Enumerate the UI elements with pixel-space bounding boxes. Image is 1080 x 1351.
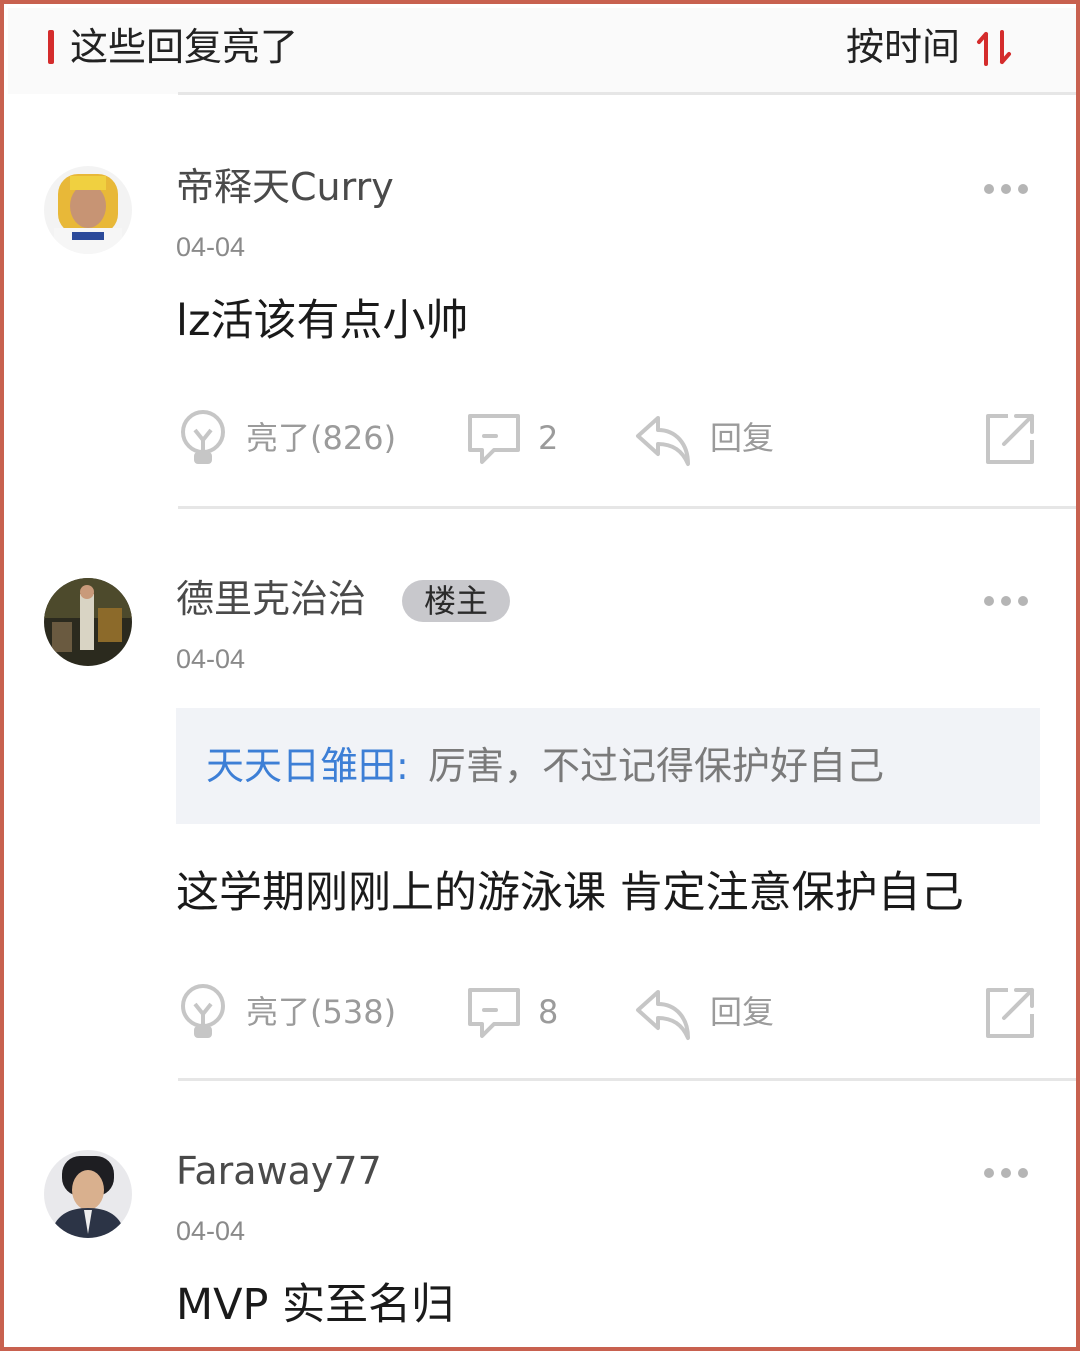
comments-panel: 这些回复亮了 按时间 帝释天Curry 04-04 lz活该有点小帅 亮了(82… <box>0 0 1080 1351</box>
speech-bubble-icon[interactable] <box>464 408 524 468</box>
quote-username[interactable]: 天天日雏田: <box>206 742 409 790</box>
username[interactable]: Faraway77 <box>176 1148 382 1194</box>
avatar[interactable] <box>44 578 132 666</box>
more-dots-icon[interactable] <box>984 596 1028 608</box>
speech-bubble-icon[interactable] <box>464 982 524 1042</box>
comment-date: 04-04 <box>176 1216 246 1246</box>
avatar[interactable] <box>44 1150 132 1238</box>
comment-text: lz活该有点小帅 <box>176 296 469 346</box>
avatar[interactable] <box>44 166 132 254</box>
comment-date: 04-04 <box>176 644 246 674</box>
username[interactable]: 帝释天Curry <box>176 164 394 210</box>
sort-arrows-icon[interactable] <box>974 28 1014 68</box>
like-count[interactable]: 亮了(826) <box>246 418 396 458</box>
divider <box>178 92 1076 95</box>
comment-date: 04-04 <box>176 232 246 262</box>
lightbulb-icon[interactable] <box>174 408 234 468</box>
username[interactable]: 德里克治治 <box>176 576 366 622</box>
accent-bar <box>48 30 54 64</box>
share-icon[interactable] <box>980 408 1040 468</box>
quote-text: 厉害，不过记得保护好自己 <box>428 744 885 788</box>
comment-text: MVP 实至名归 <box>176 1280 455 1330</box>
op-badge: 楼主 <box>402 580 511 622</box>
reply-button[interactable]: 回复 <box>710 418 774 458</box>
section-header: 这些回复亮了 按时间 <box>8 8 1076 94</box>
comment-actions: 亮了(538) 8 回复 <box>4 982 1076 1052</box>
reply-count[interactable]: 2 <box>538 418 558 458</box>
like-count[interactable]: 亮了(538) <box>246 992 396 1032</box>
reply-arrow-icon[interactable] <box>632 408 692 468</box>
reply-arrow-icon[interactable] <box>632 982 692 1042</box>
divider <box>178 506 1076 509</box>
comment-actions: 亮了(826) 2 回复 <box>4 408 1076 478</box>
quoted-reply[interactable]: 天天日雏田: 厉害，不过记得保护好自己 <box>176 708 1040 824</box>
sort-button[interactable]: 按时间 <box>846 24 960 70</box>
reply-count[interactable]: 8 <box>538 992 558 1032</box>
lightbulb-icon[interactable] <box>174 982 234 1042</box>
more-dots-icon[interactable] <box>984 1168 1028 1180</box>
sort-label: 按时间 <box>845 25 960 69</box>
share-icon[interactable] <box>980 982 1040 1042</box>
reply-button[interactable]: 回复 <box>710 992 774 1032</box>
more-dots-icon[interactable] <box>984 184 1028 196</box>
divider <box>178 1078 1076 1081</box>
section-title: 这些回复亮了 <box>70 25 299 69</box>
comment-text: 这学期刚刚上的游泳课 肯定注意保护自己 <box>176 868 964 918</box>
